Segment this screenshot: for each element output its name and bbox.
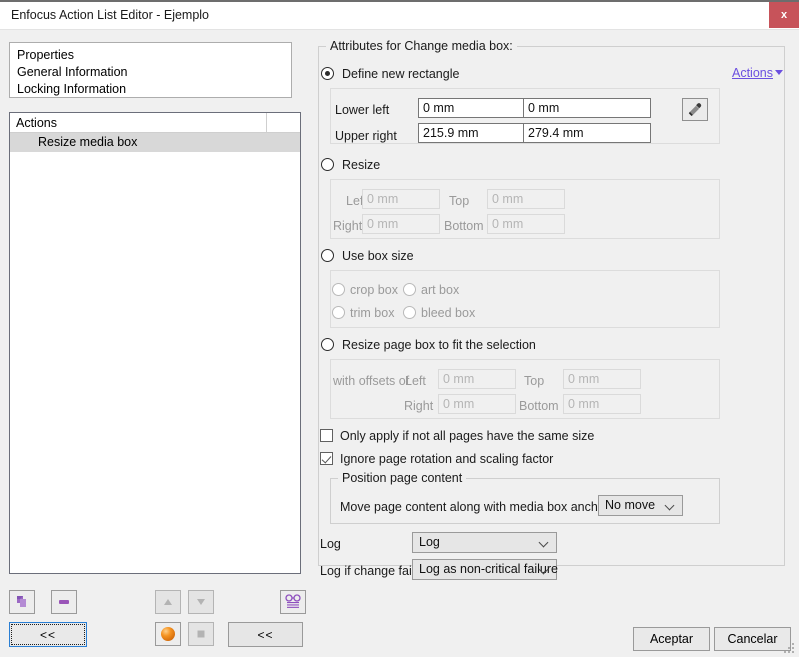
resize-grip[interactable] [784,643,796,655]
list-item[interactable]: Properties [16,47,291,64]
chevron-down-icon [540,566,549,575]
add-action-button[interactable] [9,590,35,614]
move-up-button[interactable] [155,590,181,614]
checkbox-ignore-page-rotation[interactable] [320,452,333,465]
radio-crop-box[interactable] [332,283,345,296]
offset-top-input[interactable] [563,369,641,389]
label-resize-bottom: Bottom [444,219,484,233]
stop-button[interactable] [188,622,214,646]
label-bleed-box: bleed box [421,306,476,320]
chevron-down-icon [775,70,783,75]
list-item[interactable]: Locking Information [16,81,291,98]
cancel-button[interactable]: Cancelar [714,627,791,651]
log-select[interactable]: Log [412,532,557,553]
resize-right-input[interactable] [362,214,440,234]
log-value: Log [419,535,440,549]
label-only-apply-if-not-same-size: Only apply if not all pages have the sam… [340,429,595,443]
radio-define-new-rectangle[interactable] [321,67,334,80]
eyedropper-icon [688,102,702,116]
radio-resize[interactable] [321,158,334,171]
label-ignore-page-rotation: Ignore page rotation and scaling factor [340,452,554,466]
resize-bottom-input[interactable] [487,214,565,234]
label-trim-box: trim box [350,306,395,320]
glasses-icon [285,594,301,608]
offset-left-input[interactable] [438,369,516,389]
label-log: Log [320,537,341,551]
attributes-group-title: Attributes for Change media box: [326,39,517,53]
label-lower-left: Lower left [335,103,390,117]
checkbox-only-apply-if-not-same-size[interactable] [320,429,333,442]
label-offset-left: Left [405,374,426,388]
title-bar: Enfocus Action List Editor - Ejemplo x [0,2,799,30]
upper-right-y-input[interactable] [523,123,651,143]
radio-resize-to-selection[interactable] [321,338,334,351]
label-define-new-rectangle: Define new rectangle [342,67,460,81]
label-offset-bottom: Bottom [519,399,559,413]
anchor-point-value: No move [605,498,656,512]
log-failure-select[interactable]: Log as non-critical failure [412,559,558,580]
chevron-down-icon [540,539,549,548]
arrow-up-icon [164,599,172,605]
window-title: Enfocus Action List Editor - Ejemplo [11,8,210,22]
radio-trim-box[interactable] [332,306,345,319]
actions-column-header: Actions [16,116,57,130]
label-offset-right: Right [404,399,434,413]
label-resize-top: Top [449,194,470,208]
orange-sphere-icon [161,627,175,641]
label-use-box-size: Use box size [342,249,414,263]
gray-square-icon [197,630,205,638]
actions-menu-label: Actions [732,66,773,80]
move-down-button[interactable] [188,590,214,614]
offset-right-input[interactable] [438,394,516,414]
label-resize: Resize [342,158,381,172]
label-crop-box: crop box [350,283,398,297]
properties-list[interactable]: Properties General Information Locking I… [9,42,292,98]
column-divider[interactable] [266,113,267,133]
position-page-content-title: Position page content [338,471,467,485]
chevron-down-icon [666,502,675,511]
actions-list-header: Actions [10,113,300,133]
label-resize-right: Right [333,219,363,233]
actions-list[interactable]: Actions Resize media box [9,112,301,574]
radio-use-box-size[interactable] [321,249,334,262]
label-offset-top: Top [524,374,545,388]
resize-left-input[interactable] [362,189,440,209]
offset-bottom-input[interactable] [563,394,641,414]
table-row[interactable]: Resize media box [10,133,300,152]
remove-action-button[interactable] [51,590,77,614]
remove-action-icon [59,600,69,604]
collapse-left-button[interactable]: << [9,622,87,647]
run-button[interactable] [155,622,181,646]
close-icon[interactable]: x [769,2,799,28]
label-art-box: art box [421,283,460,297]
action-list-editor-window: Enfocus Action List Editor - Ejemplo x P… [0,0,799,657]
color-picker-button[interactable] [682,98,708,121]
label-log-if-change-fails: Log if change fails [320,564,421,578]
preview-button[interactable] [280,590,306,614]
list-item[interactable]: General Information [16,64,291,81]
resize-top-input[interactable] [487,189,565,209]
lower-left-y-input[interactable] [523,98,651,118]
arrow-down-icon [197,599,205,605]
actions-menu-link[interactable]: Actions [732,66,783,80]
accept-button[interactable]: Aceptar [633,627,710,651]
add-action-icon [17,596,26,607]
label-with-offsets-of: with offsets of [333,374,410,388]
collapse-right-button[interactable]: << [228,622,303,647]
radio-art-box[interactable] [403,283,416,296]
anchor-point-select[interactable]: No move [598,495,683,516]
radio-bleed-box[interactable] [403,306,416,319]
label-upper-right: Upper right [335,129,397,143]
label-resize-to-selection: Resize page box to fit the selection [342,338,536,352]
